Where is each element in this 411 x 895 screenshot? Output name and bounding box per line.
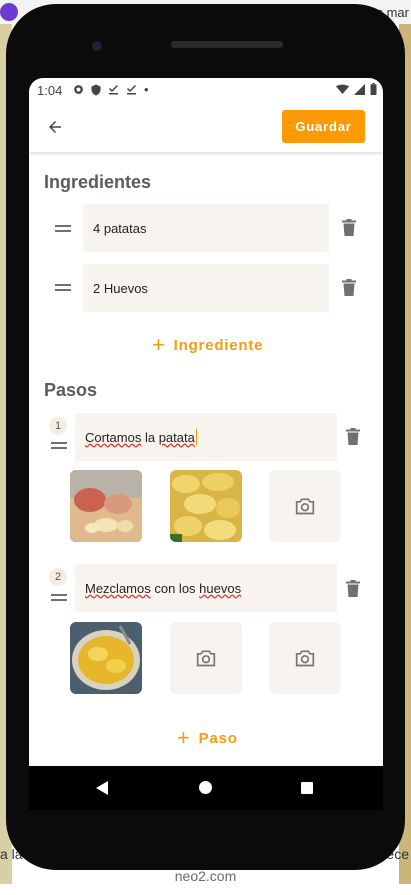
front-camera bbox=[92, 41, 102, 51]
add-step-button[interactable]: + Paso bbox=[177, 727, 238, 749]
add-ingredient-label: Ingrediente bbox=[173, 336, 264, 354]
status-system-icons bbox=[336, 83, 377, 95]
delete-icon[interactable] bbox=[346, 428, 360, 445]
app-screen: 1:04 • Guardar Ingredientes 4 patatas 2 … bbox=[29, 78, 383, 766]
drag-handle-icon[interactable] bbox=[51, 594, 67, 602]
download-done-icon bbox=[108, 84, 119, 95]
step-field-1[interactable]: Cortamos la patata bbox=[75, 413, 337, 461]
step-2-photo-1[interactable] bbox=[70, 622, 142, 694]
add-ingredient-button[interactable]: + Ingrediente bbox=[152, 334, 263, 356]
text-cursor bbox=[195, 429, 197, 445]
nav-back-icon[interactable] bbox=[96, 781, 108, 795]
settings-icon bbox=[74, 85, 83, 94]
signal-icon bbox=[354, 83, 365, 95]
image-caption: neo2.com bbox=[174, 868, 237, 884]
plus-icon: + bbox=[152, 332, 166, 357]
nav-recent-apps-icon[interactable] bbox=[301, 782, 313, 794]
drag-handle-icon[interactable] bbox=[51, 442, 67, 450]
drag-handle-icon[interactable] bbox=[55, 225, 71, 233]
add-step-label: Paso bbox=[198, 729, 238, 747]
ingredient-text-2: 2 Huevos bbox=[93, 280, 148, 296]
download-done-icon-2 bbox=[126, 84, 137, 95]
step-field-2[interactable]: Mezclamos con los huevos bbox=[75, 564, 337, 612]
step-1-word-patata: patata bbox=[158, 429, 195, 445]
delete-icon[interactable] bbox=[342, 279, 356, 296]
camera-icon bbox=[196, 650, 216, 667]
step-1-word-la: la bbox=[141, 429, 159, 445]
delete-icon[interactable] bbox=[346, 580, 360, 597]
camera-icon bbox=[295, 498, 315, 515]
delete-icon[interactable] bbox=[342, 219, 356, 236]
step-1-photo-2[interactable] bbox=[170, 470, 242, 542]
nav-home-icon[interactable] bbox=[199, 781, 212, 794]
earpiece-speaker bbox=[171, 41, 283, 48]
status-bar: 1:04 • bbox=[29, 78, 383, 102]
wifi-icon bbox=[336, 84, 349, 94]
status-notification-icons: • bbox=[73, 82, 149, 97]
battery-icon bbox=[370, 83, 377, 95]
ingredient-text-1: 4 patatas bbox=[93, 220, 147, 236]
add-photo-slot[interactable] bbox=[269, 470, 341, 542]
mixed-eggs-photo bbox=[70, 622, 142, 694]
drag-handle-icon[interactable] bbox=[55, 284, 71, 292]
add-photo-slot[interactable] bbox=[170, 622, 242, 694]
back-button[interactable] bbox=[43, 115, 67, 139]
arrow-back-icon bbox=[49, 121, 61, 133]
step-1-photo-1[interactable] bbox=[70, 470, 142, 542]
step-2-word-huevos: huevos bbox=[199, 580, 242, 596]
app-logo-icon bbox=[0, 3, 18, 21]
sliced-potatoes-photo bbox=[170, 470, 242, 542]
android-navigation-bar bbox=[29, 766, 383, 810]
step-2-word-mezclamos: Mezclamos bbox=[85, 580, 151, 596]
ingredient-field-1[interactable]: 4 patatas bbox=[83, 204, 329, 252]
ingredient-field-2[interactable]: 2 Huevos bbox=[83, 264, 329, 312]
step-number-2: 2 bbox=[49, 568, 67, 586]
step-2-word-con-los: con los bbox=[150, 580, 200, 596]
ingredients-title: Ingredientes bbox=[44, 172, 152, 192]
status-more-dot: • bbox=[144, 82, 149, 97]
camera-icon bbox=[295, 650, 315, 667]
cutting-potatoes-photo bbox=[70, 470, 142, 542]
step-number-1: 1 bbox=[49, 417, 67, 435]
add-photo-slot[interactable] bbox=[269, 622, 341, 694]
app-bar: Guardar bbox=[29, 102, 383, 152]
shield-icon bbox=[91, 84, 101, 95]
steps-title: Pasos bbox=[44, 380, 98, 400]
status-time: 1:04 bbox=[37, 83, 63, 98]
save-button[interactable]: Guardar bbox=[282, 110, 365, 143]
plus-icon: + bbox=[177, 725, 191, 750]
step-1-word-cortamos: Cortamos bbox=[85, 429, 142, 445]
